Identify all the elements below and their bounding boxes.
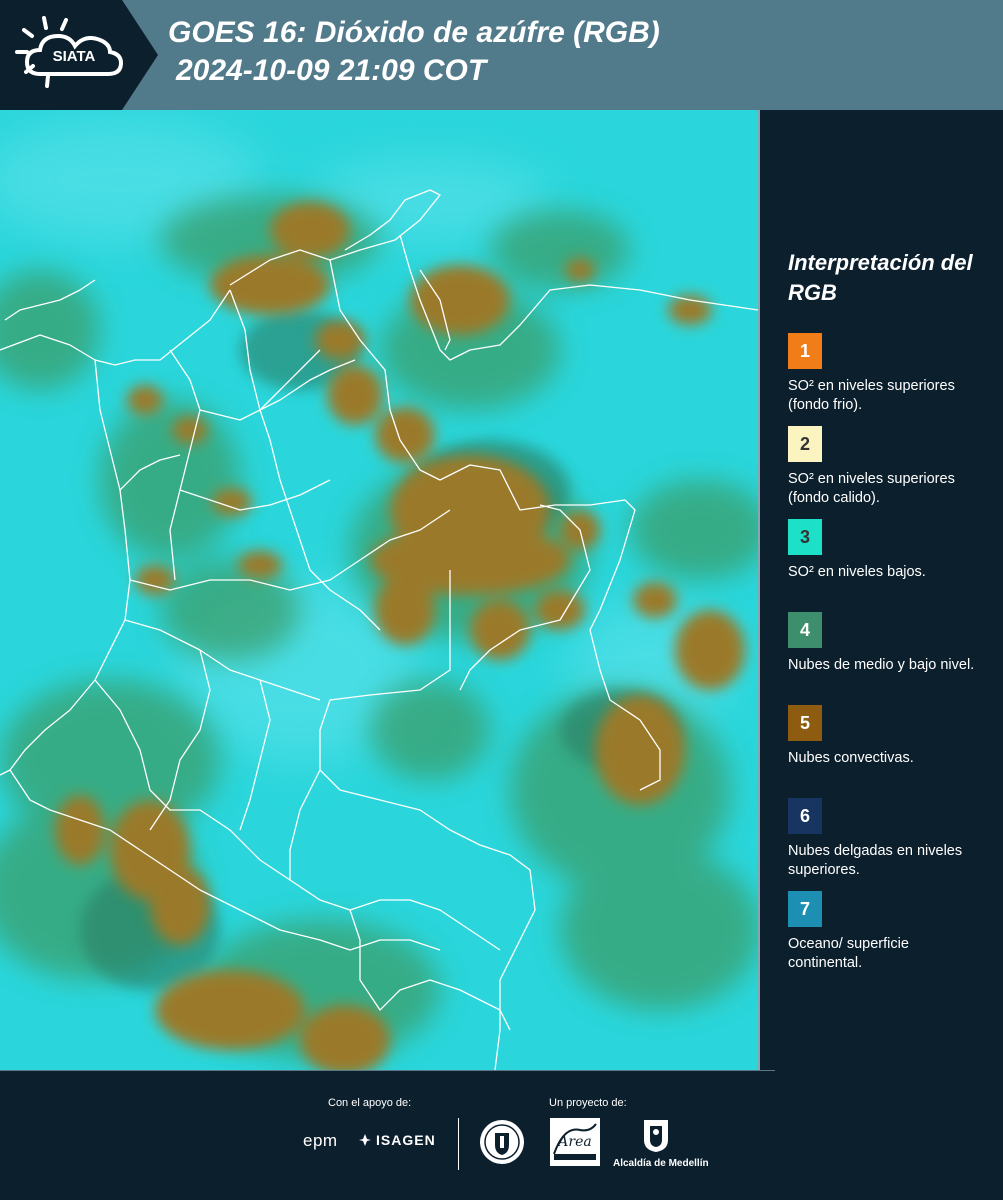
legend-item-text: Oceano/ superficie continental. xyxy=(788,936,909,971)
legend-swatch: 4 xyxy=(788,612,822,648)
satellite-map xyxy=(0,110,758,1070)
legend-item: 4 Nubes de medio y bajo nivel. xyxy=(788,612,993,705)
isagen-logo: ISAGEN xyxy=(376,1132,436,1148)
legend-swatch: 5 xyxy=(788,705,822,741)
map-frame-edge xyxy=(758,110,760,1070)
legend-item: 1 SO² en niveles superiores (fondo frio)… xyxy=(788,333,993,426)
legend-swatch: 7 xyxy=(788,891,822,927)
isagen-mark-icon xyxy=(359,1134,371,1146)
legend-item: 6 Nubes delgadas en niveles superiores. xyxy=(788,798,993,891)
siata-logo: SIATA xyxy=(0,0,158,110)
legend-item-text: SO² en niveles superiores (fondo frio). xyxy=(788,378,955,413)
legend-item-text: SO² en niveles superiores (fondo calido)… xyxy=(788,471,955,506)
alcaldia-label: Alcaldía de Medellín xyxy=(613,1158,709,1169)
legend-item-text: Nubes convectivas. xyxy=(788,750,914,766)
title-line-2: 2024-10-09 21:09 COT xyxy=(176,54,487,87)
epm-logo: epm xyxy=(303,1131,338,1150)
legend-swatch: 2 xyxy=(788,426,822,462)
title-line-1: GOES 16: Dióxido de azúfre (RGB) xyxy=(168,16,660,49)
project-label: Un proyecto de: xyxy=(549,1097,627,1109)
support-label: Con el apoyo de: xyxy=(328,1097,412,1109)
footer-vertical-divider xyxy=(458,1118,459,1170)
svg-text:Área: Área xyxy=(556,1132,591,1150)
area-metropolitana-logo-graphic: Área xyxy=(553,1123,597,1160)
legend-title: Interpretación del RGB xyxy=(788,250,973,305)
legend-item-text: SO² en niveles bajos. xyxy=(788,564,926,580)
alcaldia-shield-icon xyxy=(644,1120,668,1152)
area-metropolitana-logo: Área xyxy=(550,1118,600,1166)
footer: Con el apoyo de: Un proyecto de: epm ISA… xyxy=(0,1070,1003,1200)
page-title: GOES 16: Dióxido de azúfre (RGB) 2024-10-… xyxy=(168,14,660,90)
siata-logo-text: SIATA xyxy=(53,48,96,65)
legend-item: 5 Nubes convectivas. xyxy=(788,705,993,798)
legend-item: 7 Oceano/ superficie continental. xyxy=(788,891,993,984)
legend-item: 2 SO² en niveles superiores (fondo calid… xyxy=(788,426,993,519)
legend-item: 3 SO² en niveles bajos. xyxy=(788,519,993,612)
legend-swatch: 1 xyxy=(788,333,822,369)
legend-item-text: Nubes de medio y bajo nivel. xyxy=(788,657,975,673)
legend-swatch: 3 xyxy=(788,519,822,555)
header: SIATA GOES 16: Dióxido de azúfre (RGB) 20… xyxy=(0,0,1003,110)
satellite-image xyxy=(0,110,758,1070)
legend-item-text: Nubes delgadas en niveles superiores. xyxy=(788,843,963,878)
legend: Interpretación del RGB 1 SO² en niveles … xyxy=(788,248,993,984)
medellin-seal-icon xyxy=(480,1120,524,1164)
footer-divider-line xyxy=(0,1070,775,1071)
legend-swatch: 6 xyxy=(788,798,822,834)
